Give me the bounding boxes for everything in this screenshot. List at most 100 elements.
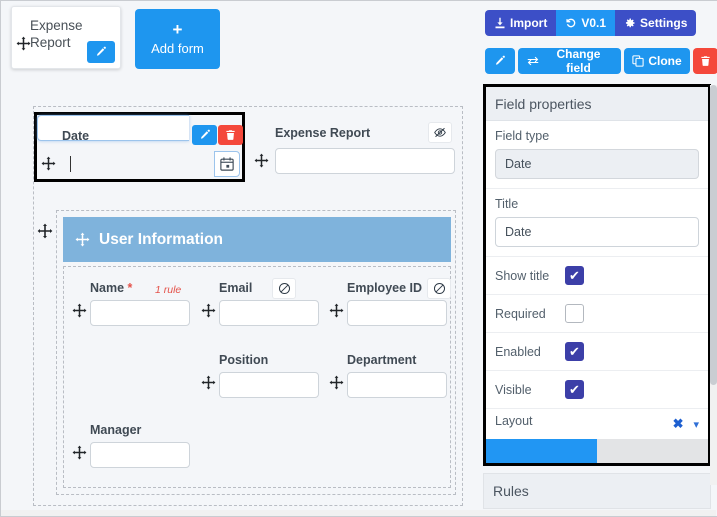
move-cross-icon[interactable] bbox=[329, 303, 344, 318]
ban-icon[interactable] bbox=[427, 278, 451, 299]
form-canvas[interactable]: Date Expense Report User Information Nam… bbox=[33, 106, 463, 506]
add-form-label: Add form bbox=[151, 40, 204, 56]
version-label: V0.1 bbox=[581, 16, 607, 30]
required-marker: * bbox=[127, 281, 133, 295]
field-expense-report[interactable]: Expense Report bbox=[249, 112, 464, 182]
form-tab-expense-report[interactable]: Expense Report bbox=[11, 6, 121, 69]
layout-label: Layout bbox=[495, 414, 533, 428]
eye-slash-icon[interactable] bbox=[428, 122, 452, 143]
section-header[interactable]: User Information bbox=[63, 217, 451, 262]
edit-form-button[interactable] bbox=[87, 41, 115, 63]
enabled-checkbox[interactable]: ✔ bbox=[565, 342, 584, 361]
history-undo-icon bbox=[565, 17, 577, 29]
field-label-employee-id: Employee ID bbox=[347, 281, 423, 295]
required-checkbox[interactable] bbox=[565, 304, 584, 323]
move-cross-icon[interactable] bbox=[201, 303, 216, 318]
title-label: Title bbox=[495, 197, 519, 211]
change-field-button[interactable]: Change field bbox=[517, 47, 622, 75]
settings-label: Settings bbox=[640, 16, 688, 30]
field-properties-header: Field properties bbox=[486, 87, 708, 121]
rules-panel-header[interactable]: Rules bbox=[483, 473, 711, 509]
horizontal-scrollbar[interactable] bbox=[1, 510, 716, 516]
field-label-manager: Manager bbox=[90, 423, 142, 437]
edit-field-button[interactable] bbox=[192, 125, 217, 145]
field-type-label: Field type bbox=[495, 129, 550, 143]
layout-width-fill bbox=[486, 439, 597, 463]
field-date-selected[interactable]: Date bbox=[34, 112, 245, 182]
visible-checkbox[interactable]: ✔ bbox=[565, 380, 584, 399]
properties-scrollbar[interactable] bbox=[710, 85, 717, 485]
layout-actions: ✖ ▾ bbox=[673, 416, 699, 432]
gear-icon bbox=[624, 17, 636, 29]
title-input[interactable]: Date bbox=[495, 217, 699, 247]
text-caret bbox=[70, 156, 71, 172]
form-designer-pane: Expense Report + Add form Date Expense R… bbox=[1, 1, 477, 516]
field-label-name-text: Name bbox=[90, 281, 125, 295]
required-row: Required bbox=[486, 295, 708, 333]
title-group: Title Date bbox=[486, 189, 708, 257]
move-cross-icon[interactable] bbox=[201, 375, 216, 390]
import-button[interactable]: Import bbox=[485, 10, 557, 36]
section-title: User Information bbox=[99, 230, 224, 248]
import-label: Import bbox=[510, 16, 548, 30]
delete-button[interactable] bbox=[692, 48, 717, 74]
field-label-email: Email bbox=[219, 281, 253, 295]
clone-label: Clone bbox=[648, 54, 682, 68]
clone-button[interactable]: Clone bbox=[624, 48, 690, 74]
move-cross-icon[interactable] bbox=[254, 153, 269, 168]
edit-field-action-button[interactable] bbox=[485, 48, 515, 74]
add-form-button[interactable]: + Add form bbox=[135, 9, 220, 69]
rule-count-badge[interactable]: 1 rule bbox=[155, 284, 181, 296]
name-input[interactable] bbox=[90, 300, 190, 326]
delete-field-button[interactable] bbox=[218, 125, 243, 145]
chevron-down-icon[interactable]: ▾ bbox=[693, 418, 699, 431]
import-download-icon bbox=[494, 17, 506, 29]
enabled-label: Enabled bbox=[495, 344, 541, 359]
show-title-checkbox[interactable]: ✔ bbox=[565, 266, 584, 285]
field-type-value: Date bbox=[495, 149, 699, 179]
field-label-name: Name * bbox=[90, 281, 132, 295]
calendar-icon[interactable] bbox=[214, 151, 240, 177]
move-cross-icon[interactable] bbox=[329, 375, 344, 390]
move-cross-icon[interactable] bbox=[37, 223, 53, 239]
enabled-row: Enabled ✔ bbox=[486, 333, 708, 371]
layout-width-slider[interactable] bbox=[486, 439, 708, 463]
move-cross-icon[interactable] bbox=[75, 232, 90, 247]
move-cross-icon[interactable] bbox=[72, 303, 87, 318]
required-label: Required bbox=[495, 306, 546, 321]
ban-icon[interactable] bbox=[272, 278, 296, 299]
expense-report-input[interactable] bbox=[275, 148, 455, 174]
section-fields-container[interactable]: Name * 1 rule Email Employee ID Position… bbox=[63, 266, 451, 488]
settings-button[interactable]: Settings bbox=[615, 10, 697, 36]
field-actions-toolbar: Change field Clone bbox=[485, 47, 717, 75]
version-button[interactable]: V0.1 bbox=[556, 10, 616, 36]
section-user-information[interactable]: User Information Name * 1 rule Email Emp… bbox=[37, 210, 456, 495]
trash-icon bbox=[700, 55, 711, 67]
version-toolbar: Import V0.1 Settings bbox=[485, 10, 697, 36]
copy-icon bbox=[632, 55, 644, 67]
change-field-label: Change field bbox=[556, 47, 601, 75]
visible-label: Visible bbox=[495, 382, 532, 397]
form-builder-app: Expense Report + Add form Date Expense R… bbox=[0, 0, 717, 517]
field-label-expense-report: Expense Report bbox=[275, 126, 371, 140]
position-input[interactable] bbox=[219, 372, 319, 398]
email-input[interactable] bbox=[219, 300, 319, 326]
plus-icon: + bbox=[172, 19, 183, 39]
move-cross-icon[interactable] bbox=[41, 156, 56, 171]
close-x-icon[interactable]: ✖ bbox=[673, 416, 684, 432]
employee-id-input[interactable] bbox=[347, 300, 447, 326]
field-label-position: Position bbox=[219, 353, 269, 367]
scrollbar-thumb[interactable] bbox=[710, 85, 717, 385]
field-type-group: Field type Date bbox=[486, 121, 708, 189]
field-label-department: Department bbox=[347, 353, 417, 367]
properties-pane: Import V0.1 Settings Change field Clone … bbox=[477, 1, 717, 516]
manager-input[interactable] bbox=[90, 442, 190, 468]
show-title-row: Show title ✔ bbox=[486, 257, 708, 295]
date-input[interactable] bbox=[37, 115, 189, 141]
department-input[interactable] bbox=[347, 372, 447, 398]
visible-row: Visible ✔ bbox=[486, 371, 708, 409]
exchange-arrows-icon bbox=[526, 55, 540, 67]
move-cross-icon[interactable] bbox=[16, 36, 31, 51]
move-cross-icon[interactable] bbox=[72, 445, 87, 460]
form-tab-strip: Expense Report + Add form bbox=[1, 1, 477, 81]
